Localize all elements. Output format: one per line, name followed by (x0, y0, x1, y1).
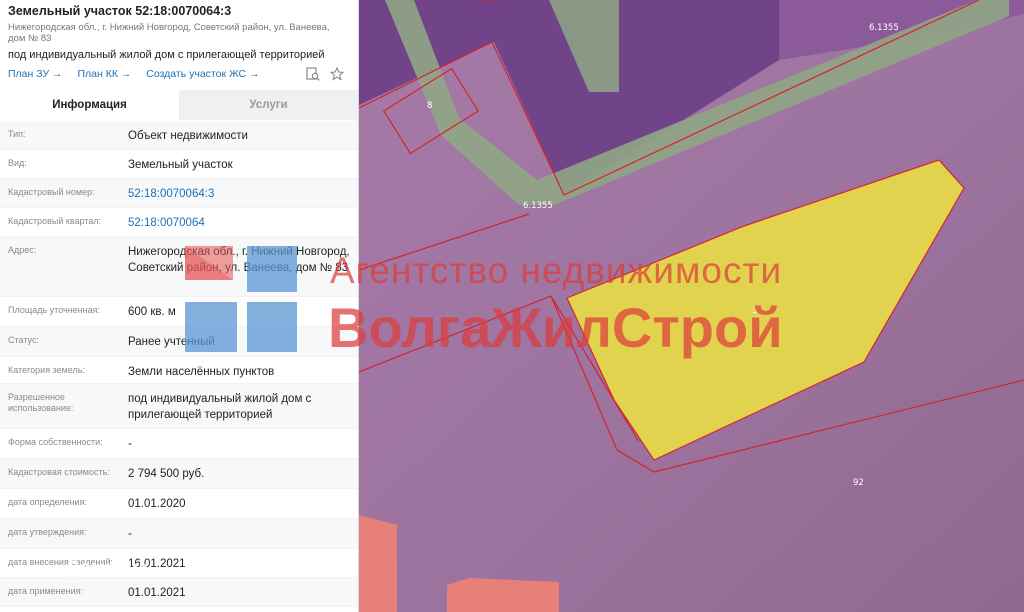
row-value: 01.01.2021 (128, 587, 186, 599)
row-value: Земельный участок (128, 159, 233, 171)
row-date-entered: дата внесения сведений: 16.01.2021 (0, 549, 358, 578)
row-cadastral-value: Кадастровая стоимость: 2 794 500 руб. (0, 459, 358, 489)
row-cadastral-number: Кадастровый номер: 52:18:0070064:3 (0, 179, 358, 208)
domclick-watermark: Домклик (66, 558, 149, 579)
row-kind: Вид: Земельный участок (0, 150, 358, 179)
search-document-icon[interactable] (306, 67, 320, 81)
row-label: Форма собственности: (8, 437, 103, 447)
row-area: Площадь уточненная: 600 кв. м (0, 297, 358, 327)
plan-zu-link[interactable]: План ЗУ → (8, 68, 63, 80)
header-icons (306, 67, 344, 81)
row-label: дата применения: (8, 586, 84, 596)
row-value: - (128, 528, 132, 540)
row-value: Объект недвижимости (128, 130, 248, 142)
info-panel: Земельный участок 52:18:0070064:3 Нижего… (0, 0, 359, 612)
watermark-logo-icon (185, 246, 297, 352)
row-value: 16.01.2021 (128, 558, 186, 570)
tab-services[interactable]: Услуги (179, 90, 358, 120)
row-label: Статус: (8, 335, 39, 345)
tab-info[interactable]: Информация (0, 90, 179, 120)
watermark-line2: ВолгаЖилСтрой (328, 296, 783, 359)
row-label: Разрешенное использование: (8, 392, 74, 413)
page-title: Земельный участок 52:18:0070064:3 (8, 4, 232, 18)
row-label: Кадастровый номер: (8, 187, 95, 197)
cadastral-number-link[interactable]: 52:18:0070064:3 (120, 179, 358, 207)
building-salmon-right (447, 578, 559, 612)
info-rows: Тип: Объект недвижимости Вид: Земельный уч… (0, 121, 358, 607)
row-value: 01.01.2020 (128, 498, 186, 510)
header-address: Нижегородская обл., г. Нижний Новгород, … (8, 22, 330, 44)
row-address: Адрес: Нижегородская обл., г. Нижний Новг… (0, 237, 358, 297)
row-land-category: Категория земель: Земли населённых пункто… (0, 357, 358, 384)
row-value: - (128, 438, 132, 450)
row-value: под индивидуальный жилой дом с прилегающ… (128, 393, 312, 421)
building-salmon (359, 515, 397, 612)
row-date-applied: дата применения: 01.01.2021 (0, 578, 358, 607)
star-icon[interactable] (330, 67, 344, 81)
label-road-top: 6.1355 (869, 23, 899, 33)
row-date-approved: дата утверждения: - (0, 519, 358, 549)
row-label: Площадь уточненная: (8, 305, 100, 315)
label-parcel-92: 92 (853, 478, 864, 488)
watermark-line1: Агентство недвижимости (330, 250, 783, 291)
row-permitted-use: Разрешенное использование: под индивидуал… (0, 384, 358, 429)
row-value: Земли населённых пунктов (128, 366, 275, 378)
row-label: Кадастровая стоимость: (8, 467, 110, 477)
tab-bar: Информация Услуги (0, 90, 358, 120)
row-value: 2 794 500 руб. (128, 468, 205, 480)
row-label: дата утверждения: (8, 527, 87, 537)
row-label: дата определения: (8, 497, 87, 507)
row-cadastral-quarter: Кадастровый квартал: 52:18:0070064 (0, 208, 358, 237)
header-links: План ЗУ → План КК → Создать участок ЖС → (8, 68, 272, 80)
plan-kk-link[interactable]: План КК → (77, 68, 131, 80)
row-label: Кадастровый квартал: (8, 216, 102, 226)
cadastral-quarter-link[interactable]: 52:18:0070064 (120, 208, 358, 236)
row-status: Статус: Ранее учтенный (0, 327, 358, 357)
label-road-mid: 6.1355 (523, 201, 553, 211)
row-type: Тип: Объект недвижимости (0, 121, 358, 150)
label-parcel-8: 8 (427, 101, 432, 111)
row-ownership: Форма собственности: - (0, 429, 358, 459)
row-label: Категория земель: (8, 365, 85, 375)
create-zs-link[interactable]: Создать участок ЖС → (146, 68, 259, 80)
row-label: Вид: (8, 158, 27, 168)
header-use: под индивидуальный жилой дом с прилегающ… (8, 49, 325, 61)
row-label: Тип: (8, 129, 26, 139)
row-label: Адрес: (8, 245, 37, 255)
row-date-determined: дата определения: 01.01.2020 (0, 489, 358, 519)
